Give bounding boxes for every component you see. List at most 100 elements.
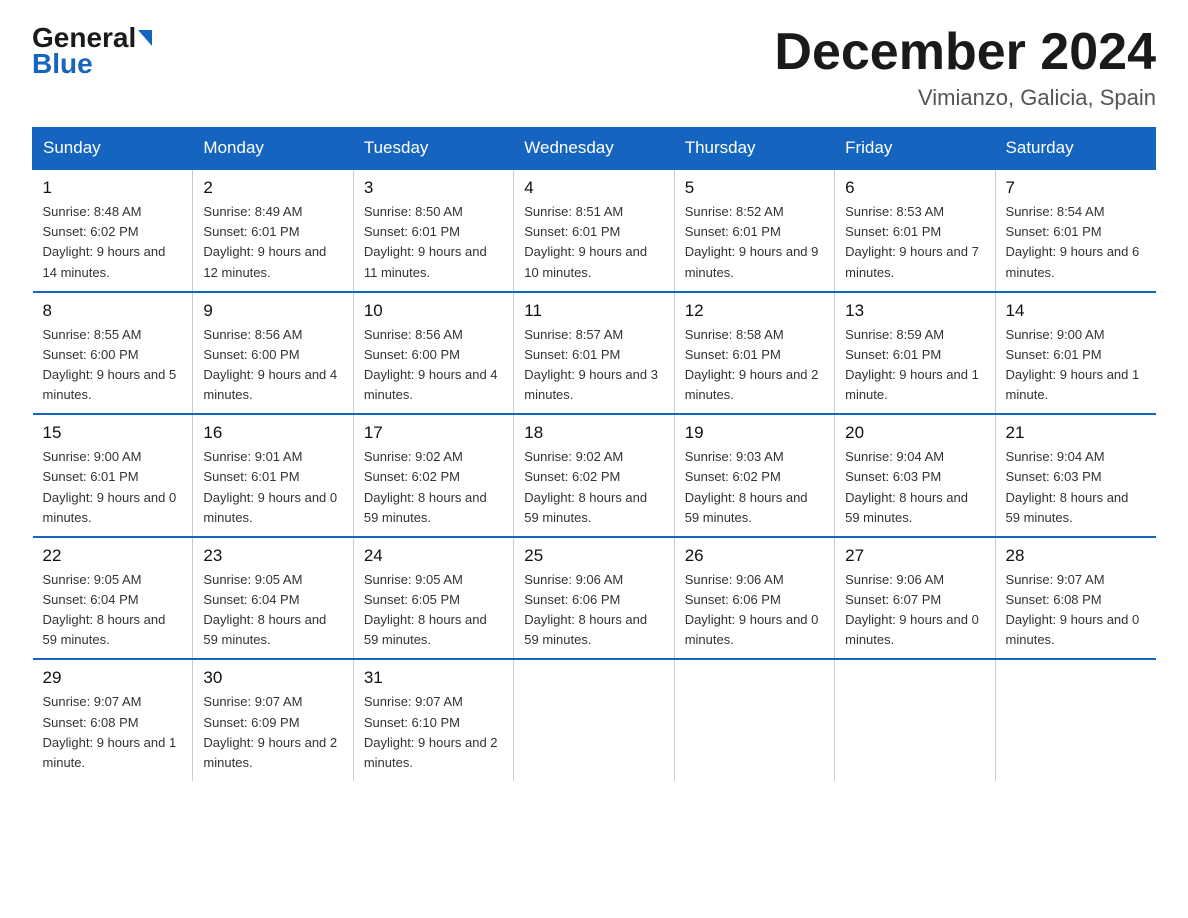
calendar-day-cell: 20 Sunrise: 9:04 AM Sunset: 6:03 PM Dayl…: [835, 414, 995, 537]
calendar-day-cell: 21 Sunrise: 9:04 AM Sunset: 6:03 PM Dayl…: [995, 414, 1155, 537]
day-number: 20: [845, 423, 984, 443]
day-number: 16: [203, 423, 342, 443]
logo-text-blue: Blue: [32, 48, 93, 80]
day-number: 7: [1006, 178, 1146, 198]
day-info: Sunrise: 9:04 AM Sunset: 6:03 PM Dayligh…: [845, 447, 984, 528]
day-number: 27: [845, 546, 984, 566]
calendar-day-cell: 8 Sunrise: 8:55 AM Sunset: 6:00 PM Dayli…: [33, 292, 193, 415]
day-number: 13: [845, 301, 984, 321]
calendar-table: Sunday Monday Tuesday Wednesday Thursday…: [32, 127, 1156, 781]
calendar-day-cell: 17 Sunrise: 9:02 AM Sunset: 6:02 PM Dayl…: [353, 414, 513, 537]
day-info: Sunrise: 9:07 AM Sunset: 6:10 PM Dayligh…: [364, 692, 503, 773]
day-info: Sunrise: 8:56 AM Sunset: 6:00 PM Dayligh…: [364, 325, 503, 406]
calendar-day-cell: 10 Sunrise: 8:56 AM Sunset: 6:00 PM Dayl…: [353, 292, 513, 415]
day-number: 25: [524, 546, 663, 566]
day-info: Sunrise: 9:01 AM Sunset: 6:01 PM Dayligh…: [203, 447, 342, 528]
calendar-day-cell: 29 Sunrise: 9:07 AM Sunset: 6:08 PM Dayl…: [33, 659, 193, 781]
day-number: 30: [203, 668, 342, 688]
day-number: 5: [685, 178, 824, 198]
day-number: 19: [685, 423, 824, 443]
day-number: 6: [845, 178, 984, 198]
col-tuesday: Tuesday: [353, 128, 513, 170]
calendar-week-row: 22 Sunrise: 9:05 AM Sunset: 6:04 PM Dayl…: [33, 537, 1156, 660]
calendar-day-cell: 5 Sunrise: 8:52 AM Sunset: 6:01 PM Dayli…: [674, 169, 834, 292]
day-number: 17: [364, 423, 503, 443]
calendar-day-cell: 2 Sunrise: 8:49 AM Sunset: 6:01 PM Dayli…: [193, 169, 353, 292]
calendar-day-cell: 7 Sunrise: 8:54 AM Sunset: 6:01 PM Dayli…: [995, 169, 1155, 292]
title-block: December 2024 Vimianzo, Galicia, Spain: [774, 24, 1156, 111]
page-header: General Blue December 2024 Vimianzo, Gal…: [32, 24, 1156, 111]
day-number: 22: [43, 546, 183, 566]
col-wednesday: Wednesday: [514, 128, 674, 170]
day-info: Sunrise: 8:52 AM Sunset: 6:01 PM Dayligh…: [685, 202, 824, 283]
calendar-day-cell: 22 Sunrise: 9:05 AM Sunset: 6:04 PM Dayl…: [33, 537, 193, 660]
logo: General Blue: [32, 24, 152, 80]
calendar-week-row: 15 Sunrise: 9:00 AM Sunset: 6:01 PM Dayl…: [33, 414, 1156, 537]
day-number: 12: [685, 301, 824, 321]
day-number: 29: [43, 668, 183, 688]
day-info: Sunrise: 8:54 AM Sunset: 6:01 PM Dayligh…: [1006, 202, 1146, 283]
day-info: Sunrise: 8:49 AM Sunset: 6:01 PM Dayligh…: [203, 202, 342, 283]
day-info: Sunrise: 9:07 AM Sunset: 6:08 PM Dayligh…: [43, 692, 183, 773]
day-number: 24: [364, 546, 503, 566]
calendar-day-cell: 28 Sunrise: 9:07 AM Sunset: 6:08 PM Dayl…: [995, 537, 1155, 660]
day-info: Sunrise: 8:48 AM Sunset: 6:02 PM Dayligh…: [43, 202, 183, 283]
calendar-day-cell: 11 Sunrise: 8:57 AM Sunset: 6:01 PM Dayl…: [514, 292, 674, 415]
col-friday: Friday: [835, 128, 995, 170]
day-info: Sunrise: 8:59 AM Sunset: 6:01 PM Dayligh…: [845, 325, 984, 406]
day-info: Sunrise: 8:56 AM Sunset: 6:00 PM Dayligh…: [203, 325, 342, 406]
day-info: Sunrise: 9:07 AM Sunset: 6:09 PM Dayligh…: [203, 692, 342, 773]
day-number: 15: [43, 423, 183, 443]
calendar-day-cell: [514, 659, 674, 781]
day-info: Sunrise: 8:50 AM Sunset: 6:01 PM Dayligh…: [364, 202, 503, 283]
calendar-day-cell: 24 Sunrise: 9:05 AM Sunset: 6:05 PM Dayl…: [353, 537, 513, 660]
calendar-day-cell: 19 Sunrise: 9:03 AM Sunset: 6:02 PM Dayl…: [674, 414, 834, 537]
calendar-day-cell: 27 Sunrise: 9:06 AM Sunset: 6:07 PM Dayl…: [835, 537, 995, 660]
day-info: Sunrise: 9:00 AM Sunset: 6:01 PM Dayligh…: [1006, 325, 1146, 406]
calendar-day-cell: 15 Sunrise: 9:00 AM Sunset: 6:01 PM Dayl…: [33, 414, 193, 537]
day-info: Sunrise: 9:07 AM Sunset: 6:08 PM Dayligh…: [1006, 570, 1146, 651]
day-info: Sunrise: 9:00 AM Sunset: 6:01 PM Dayligh…: [43, 447, 183, 528]
day-number: 2: [203, 178, 342, 198]
calendar-day-cell: 16 Sunrise: 9:01 AM Sunset: 6:01 PM Dayl…: [193, 414, 353, 537]
calendar-header-row: Sunday Monday Tuesday Wednesday Thursday…: [33, 128, 1156, 170]
day-info: Sunrise: 9:02 AM Sunset: 6:02 PM Dayligh…: [364, 447, 503, 528]
day-info: Sunrise: 9:02 AM Sunset: 6:02 PM Dayligh…: [524, 447, 663, 528]
day-number: 10: [364, 301, 503, 321]
day-info: Sunrise: 8:55 AM Sunset: 6:00 PM Dayligh…: [43, 325, 183, 406]
col-thursday: Thursday: [674, 128, 834, 170]
day-number: 9: [203, 301, 342, 321]
day-info: Sunrise: 9:03 AM Sunset: 6:02 PM Dayligh…: [685, 447, 824, 528]
col-sunday: Sunday: [33, 128, 193, 170]
day-number: 28: [1006, 546, 1146, 566]
day-info: Sunrise: 8:57 AM Sunset: 6:01 PM Dayligh…: [524, 325, 663, 406]
calendar-day-cell: 25 Sunrise: 9:06 AM Sunset: 6:06 PM Dayl…: [514, 537, 674, 660]
calendar-day-cell: 31 Sunrise: 9:07 AM Sunset: 6:10 PM Dayl…: [353, 659, 513, 781]
day-number: 3: [364, 178, 503, 198]
calendar-day-cell: 4 Sunrise: 8:51 AM Sunset: 6:01 PM Dayli…: [514, 169, 674, 292]
calendar-day-cell: 23 Sunrise: 9:05 AM Sunset: 6:04 PM Dayl…: [193, 537, 353, 660]
calendar-day-cell: [674, 659, 834, 781]
day-info: Sunrise: 9:06 AM Sunset: 6:06 PM Dayligh…: [524, 570, 663, 651]
day-number: 23: [203, 546, 342, 566]
col-saturday: Saturday: [995, 128, 1155, 170]
day-info: Sunrise: 8:51 AM Sunset: 6:01 PM Dayligh…: [524, 202, 663, 283]
calendar-week-row: 1 Sunrise: 8:48 AM Sunset: 6:02 PM Dayli…: [33, 169, 1156, 292]
day-number: 1: [43, 178, 183, 198]
day-info: Sunrise: 8:58 AM Sunset: 6:01 PM Dayligh…: [685, 325, 824, 406]
day-number: 14: [1006, 301, 1146, 321]
calendar-title: December 2024: [774, 24, 1156, 81]
day-number: 11: [524, 301, 663, 321]
day-number: 26: [685, 546, 824, 566]
day-number: 31: [364, 668, 503, 688]
calendar-day-cell: [835, 659, 995, 781]
logo-arrow-icon: [138, 30, 152, 46]
day-number: 18: [524, 423, 663, 443]
day-number: 21: [1006, 423, 1146, 443]
day-info: Sunrise: 8:53 AM Sunset: 6:01 PM Dayligh…: [845, 202, 984, 283]
calendar-day-cell: 3 Sunrise: 8:50 AM Sunset: 6:01 PM Dayli…: [353, 169, 513, 292]
day-number: 8: [43, 301, 183, 321]
calendar-day-cell: 14 Sunrise: 9:00 AM Sunset: 6:01 PM Dayl…: [995, 292, 1155, 415]
col-monday: Monday: [193, 128, 353, 170]
day-info: Sunrise: 9:05 AM Sunset: 6:04 PM Dayligh…: [203, 570, 342, 651]
